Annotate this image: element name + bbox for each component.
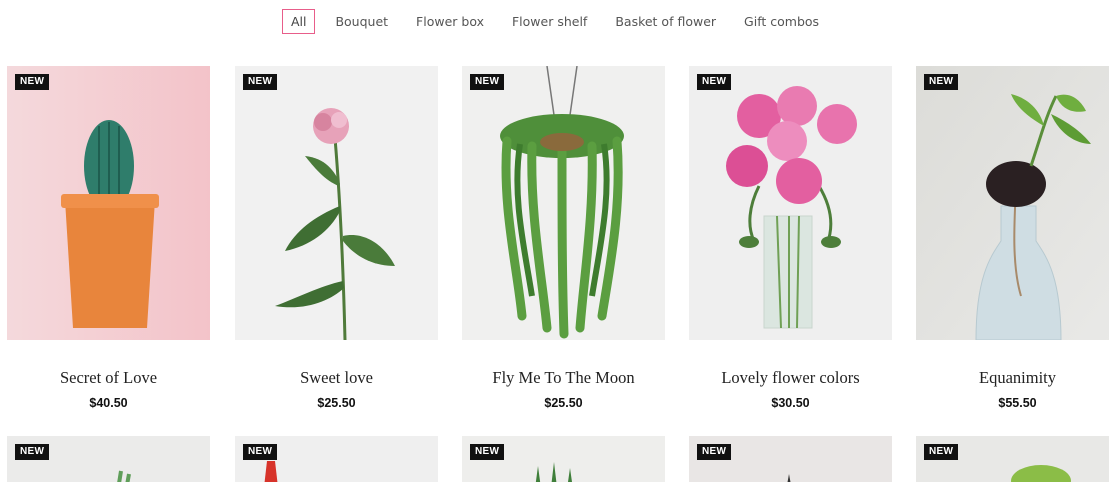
product-card[interactable]: NEW Lovely flower colors $30.50 <box>689 66 892 410</box>
product-price: $25.50 <box>544 396 583 410</box>
product-card[interactable]: NEW Fly Me To The Moon $25.50 <box>462 66 665 410</box>
product-price: $25.50 <box>317 396 356 410</box>
new-badge: NEW <box>243 444 278 460</box>
product-image[interactable]: NEW <box>916 436 1109 482</box>
product-image[interactable]: NEW <box>916 66 1109 340</box>
product-name[interactable]: Lovely flower colors <box>679 368 902 388</box>
product-image[interactable]: NEW <box>7 436 210 482</box>
new-badge: NEW <box>924 74 959 90</box>
product-card[interactable]: NEW Secret of Love $40.50 <box>7 66 210 410</box>
product-image[interactable]: NEW <box>7 66 210 340</box>
new-badge: NEW <box>470 74 505 90</box>
product-price: $55.50 <box>998 396 1037 410</box>
product-card[interactable]: NEW <box>235 436 438 482</box>
product-price: $40.50 <box>89 396 128 410</box>
product-image[interactable]: NEW <box>689 66 892 340</box>
product-image[interactable]: NEW <box>462 436 665 482</box>
product-card[interactable]: NEW <box>7 436 210 482</box>
product-name[interactable]: Fly Me To The Moon <box>452 368 675 388</box>
product-image[interactable]: NEW <box>235 66 438 340</box>
product-card[interactable]: NEW <box>916 436 1109 482</box>
hanging-fern-image <box>462 66 665 340</box>
cactus-pot-image <box>7 66 210 340</box>
product-grid: NEW Secret of Love $40.50 NEW Sweet love… <box>0 0 1109 482</box>
pink-peony-vase-image <box>689 66 892 340</box>
product-card[interactable]: NEW Equanimity $55.50 <box>916 66 1109 410</box>
product-name[interactable]: Sweet love <box>225 368 448 388</box>
new-badge: NEW <box>243 74 278 90</box>
new-badge: NEW <box>15 444 50 460</box>
product-name[interactable]: Equanimity <box>906 368 1109 388</box>
product-price: $30.50 <box>771 396 810 410</box>
product-image[interactable]: NEW <box>689 436 892 482</box>
product-name[interactable]: Secret of Love <box>0 368 220 388</box>
product-image[interactable]: NEW <box>235 436 438 482</box>
new-badge: NEW <box>15 74 50 90</box>
product-card[interactable]: NEW Sweet love $25.50 <box>235 66 438 410</box>
product-image[interactable]: NEW <box>462 66 665 340</box>
peony-stem-image <box>235 66 438 340</box>
product-card[interactable]: NEW <box>689 436 892 482</box>
new-badge: NEW <box>470 444 505 460</box>
product-card[interactable]: NEW <box>462 436 665 482</box>
sprout-in-bottle-image <box>916 66 1109 340</box>
new-badge: NEW <box>697 74 732 90</box>
new-badge: NEW <box>924 444 959 460</box>
new-badge: NEW <box>697 444 732 460</box>
